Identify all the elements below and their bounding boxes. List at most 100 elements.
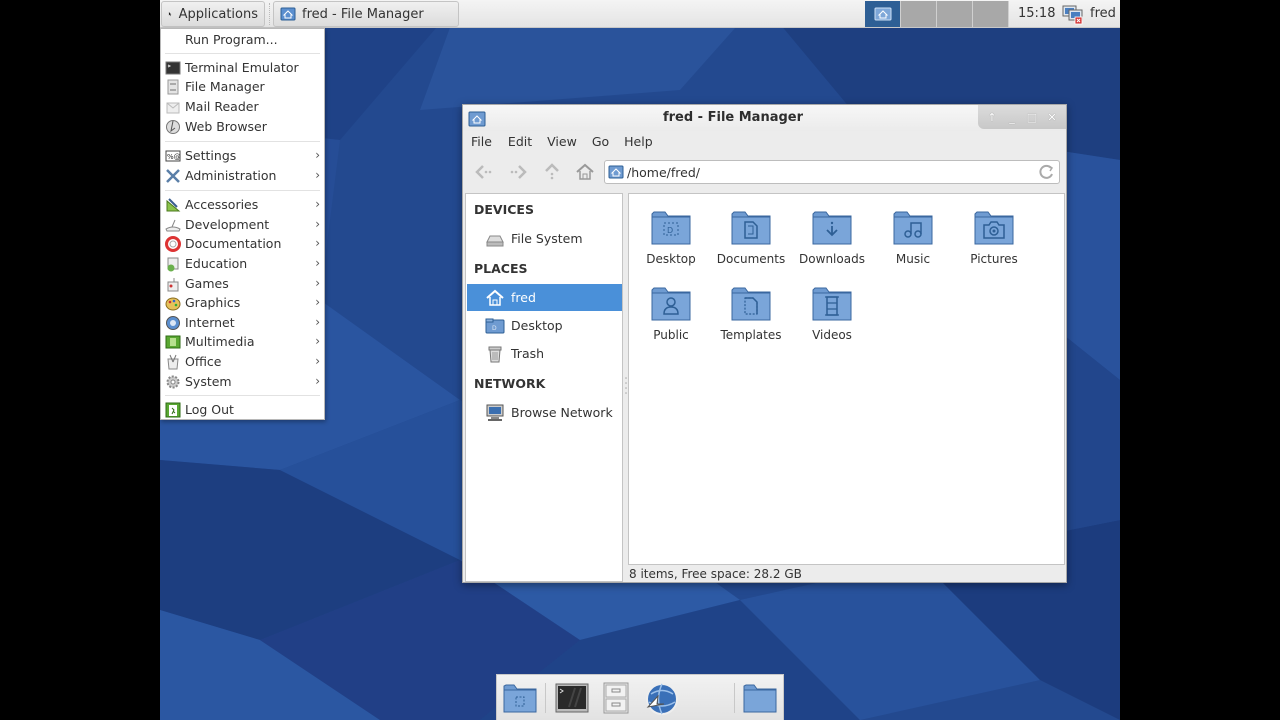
applications-menu-button[interactable]: Applications: [161, 1, 265, 27]
location-path: /home/fred/: [627, 165, 700, 180]
menu-item-mail-reader[interactable]: Mail Reader: [161, 97, 324, 117]
menu-item-label: Graphics: [185, 295, 241, 310]
side-item-desktop[interactable]: D Desktop: [467, 312, 622, 339]
home-button[interactable]: [574, 161, 596, 183]
folder-pictures[interactable]: Pictures: [954, 208, 1034, 278]
menu-file[interactable]: File: [463, 132, 492, 152]
multimedia-icon: [165, 335, 181, 349]
menu-item-label: System: [185, 374, 232, 389]
menu-item-development[interactable]: Development ›: [161, 215, 324, 235]
menu-item-label: Accessories: [185, 197, 259, 212]
submenu-arrow-icon: ›: [315, 334, 320, 348]
desktop-screen: Applications fred - File Manager 15:18 f…: [160, 0, 1120, 720]
file-manager-window-icon: [874, 7, 891, 21]
folder-downloads[interactable]: Downloads: [792, 208, 872, 278]
minimize-button[interactable]: _: [1003, 111, 1021, 124]
workspace-switcher: [865, 1, 1009, 27]
user-name[interactable]: fred: [1090, 6, 1116, 21]
drive-icon: [486, 235, 504, 247]
education-icon: [167, 257, 179, 272]
home-icon: [486, 289, 504, 306]
menu-item-terminal-emulator[interactable]: Terminal Emulator: [161, 58, 324, 78]
menu-edit[interactable]: Edit: [493, 132, 532, 152]
workspace-4[interactable]: [973, 1, 1009, 27]
dock-home-folder[interactable]: [503, 682, 537, 714]
submenu-arrow-icon: ›: [315, 197, 320, 211]
clock[interactable]: 15:18: [1018, 6, 1055, 21]
downloads-folder-icon: [812, 211, 852, 245]
side-item-fred[interactable]: fred: [467, 284, 622, 311]
development-icon: [165, 219, 181, 232]
roll-up-button[interactable]: ↑: [983, 111, 1001, 124]
status-bar: 8 items, Free space: 28.2 GB: [629, 567, 802, 581]
dock-terminal[interactable]: [555, 682, 589, 714]
menu-item-system[interactable]: System ›: [161, 372, 324, 392]
folder-label: Documents: [716, 252, 786, 266]
folder-label: Music: [895, 252, 931, 266]
menu-item-office[interactable]: Office ›: [161, 352, 324, 372]
dock-web-browser[interactable]: [643, 682, 678, 715]
maximize-button[interactable]: □: [1023, 111, 1041, 124]
side-item-browse-network[interactable]: Browse Network: [467, 399, 622, 426]
folder-music[interactable]: Music: [873, 208, 953, 278]
documents-folder-icon: [731, 211, 771, 245]
menu-item-label: Log Out: [185, 402, 234, 417]
dock-separator: [734, 683, 735, 713]
location-bar[interactable]: /home/fred/: [604, 160, 1060, 184]
window-titlebar[interactable]: fred - File Manager ↑ _ □ ✕: [463, 105, 1066, 131]
workspace-2[interactable]: [901, 1, 937, 27]
back-button[interactable]: [473, 161, 495, 183]
close-button[interactable]: ✕: [1043, 111, 1061, 124]
folder-desktop[interactable]: D Desktop: [631, 208, 711, 278]
submenu-arrow-icon: ›: [315, 217, 320, 231]
submenu-arrow-icon: ›: [315, 236, 320, 250]
network-disconnected-icon[interactable]: [1062, 3, 1084, 25]
menu-item-settings[interactable]: %@ Settings ›: [161, 146, 324, 166]
menu-item-multimedia[interactable]: Multimedia ›: [161, 332, 324, 352]
window-title: fred - File Manager: [662, 110, 804, 125]
menu-item-graphics[interactable]: Graphics ›: [161, 293, 324, 313]
menu-item-log-out[interactable]: Log Out: [161, 400, 324, 420]
toolbar: /home/fred/: [463, 157, 1066, 187]
folder-label: Templates: [720, 328, 782, 342]
menu-item-internet[interactable]: Internet ›: [161, 313, 324, 333]
menu-item-administration[interactable]: Administration ›: [161, 166, 324, 186]
dock-file-manager[interactable]: [599, 682, 633, 714]
menu-help[interactable]: Help: [610, 132, 653, 152]
dock-folder[interactable]: [743, 682, 777, 714]
folder-public[interactable]: Public: [631, 284, 711, 354]
home-folder-icon: [503, 684, 537, 713]
menu-item-games[interactable]: Games ›: [161, 274, 324, 294]
applications-menu: Run Program... Terminal Emulator File Ma…: [160, 28, 325, 420]
file-manager-window: fred - File Manager ↑ _ □ ✕ File Edit Vi…: [462, 104, 1067, 583]
reload-icon[interactable]: [1038, 163, 1056, 181]
workspace-1[interactable]: [865, 1, 901, 27]
side-item-trash[interactable]: Trash: [467, 340, 622, 367]
workspace-3[interactable]: [937, 1, 973, 27]
public-folder-icon: [651, 287, 691, 321]
menu-item-documentation[interactable]: Documentation ›: [161, 234, 324, 254]
menu-item-education[interactable]: Education ›: [161, 254, 324, 274]
menu-item-accessories[interactable]: Accessories ›: [161, 195, 324, 215]
up-button[interactable]: [541, 161, 563, 183]
folder-videos[interactable]: Videos: [792, 284, 872, 354]
office-icon: [167, 354, 179, 370]
menu-item-file-manager[interactable]: File Manager: [161, 77, 324, 97]
side-item-label: Desktop: [511, 318, 563, 333]
desktop-folder-icon: D: [485, 318, 505, 334]
menu-item-web-browser[interactable]: Web Browser: [161, 117, 324, 137]
home-icon: [576, 163, 594, 180]
graphics-icon: [165, 297, 181, 311]
menu-view[interactable]: View: [533, 132, 577, 152]
folder-templates[interactable]: Templates: [711, 284, 791, 354]
menu-go[interactable]: Go: [578, 132, 609, 152]
side-item-file-system[interactable]: File System: [467, 225, 622, 252]
taskbar-file-manager[interactable]: fred - File Manager: [273, 1, 459, 27]
internet-icon: [166, 316, 180, 330]
submenu-arrow-icon: ›: [315, 168, 320, 182]
menu-item-run-program[interactable]: Run Program...: [161, 30, 324, 50]
folder-documents[interactable]: Documents: [711, 208, 791, 278]
forward-button[interactable]: [507, 161, 529, 183]
submenu-arrow-icon: ›: [315, 276, 320, 290]
home-folder-icon: [608, 165, 624, 179]
